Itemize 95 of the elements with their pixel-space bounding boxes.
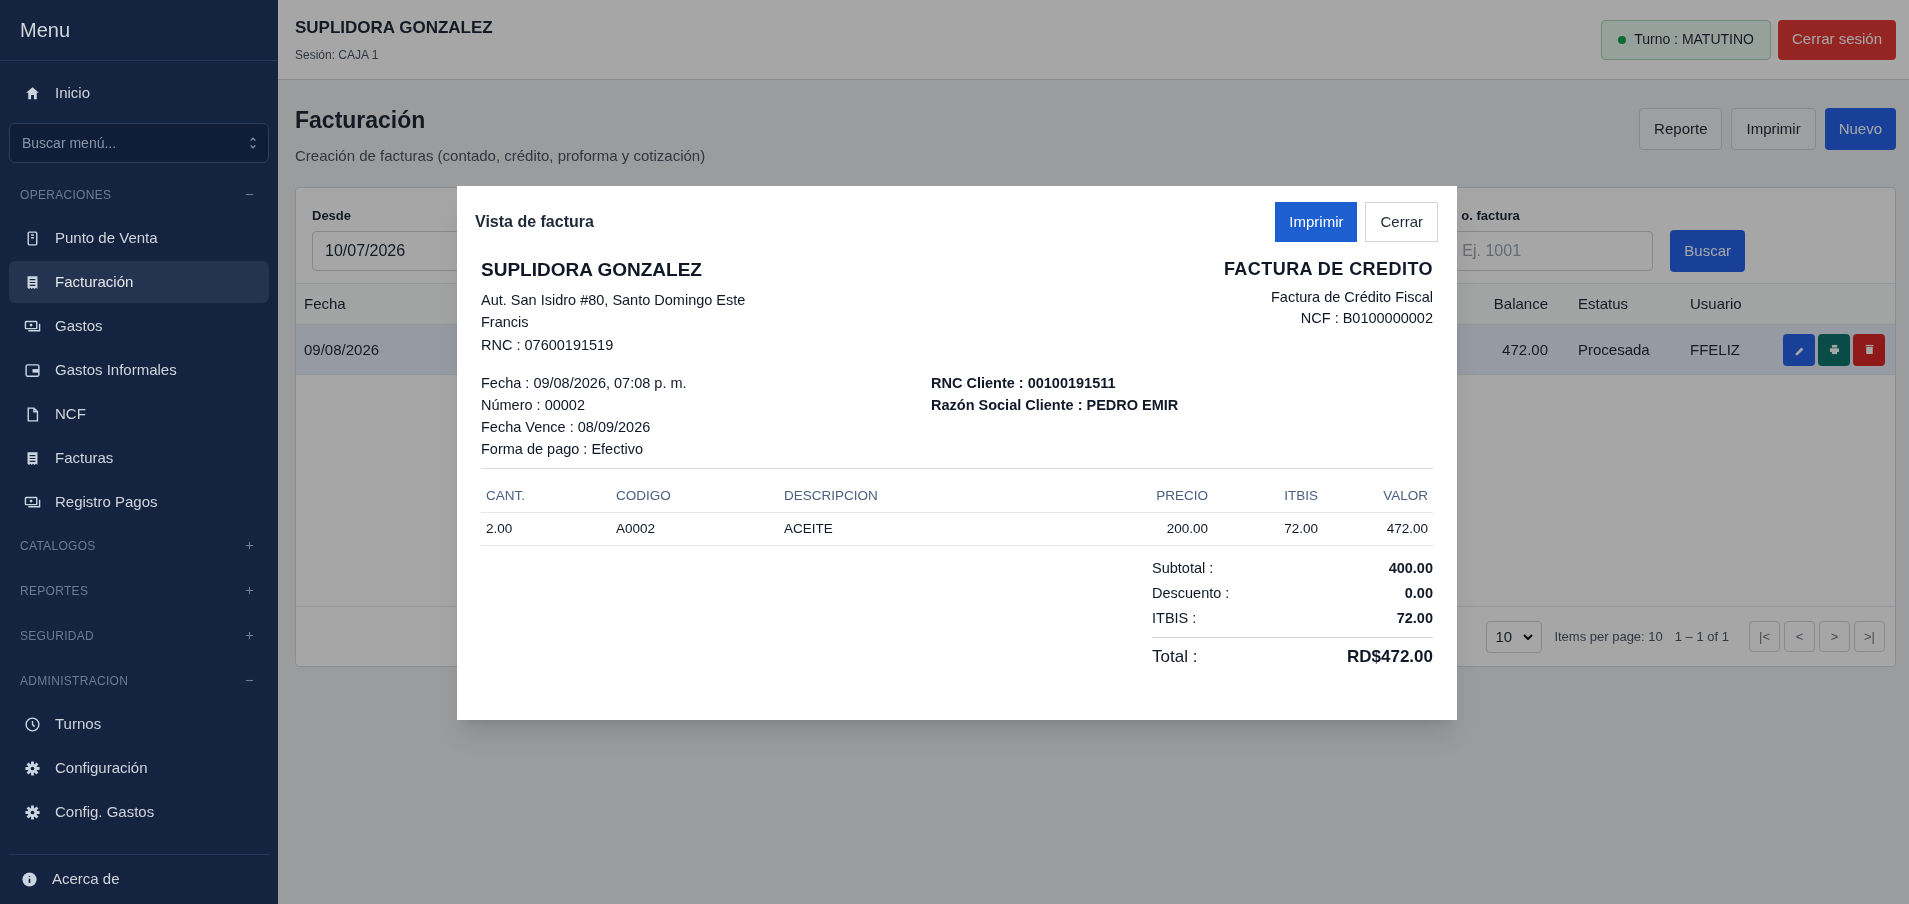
dialog-button[interactable]: Imprimir bbox=[1275, 202, 1358, 242]
dialog-button[interactable]: Cerrar bbox=[1365, 202, 1438, 242]
total-label: ITBIS : bbox=[1152, 608, 1197, 628]
session-label: Sesión: CAJA 1 bbox=[295, 47, 380, 65]
toolbar-button[interactable]: Reporte bbox=[1639, 108, 1723, 150]
table-cell-text: 72.00 bbox=[1283, 519, 1318, 538]
column-header: VALOR bbox=[1382, 487, 1428, 506]
section-heading: OPERACIONES bbox=[20, 186, 112, 204]
page-size-select[interactable]: 10 bbox=[1486, 620, 1543, 653]
info-icon bbox=[21, 871, 38, 888]
shift-label: Turno : MATUTINO bbox=[1634, 30, 1754, 49]
nav-item[interactable]: Gastos bbox=[9, 305, 269, 347]
caret-icon bbox=[1523, 633, 1534, 640]
document-detail: Factura de Crédito Fiscal bbox=[1271, 288, 1433, 307]
total-value: 400.00 bbox=[1388, 558, 1433, 578]
print-button[interactable] bbox=[1818, 333, 1850, 366]
total-value: 0.00 bbox=[1404, 583, 1433, 603]
column-header: Balance bbox=[1492, 294, 1548, 314]
nav-item[interactable]: Config. Gastos bbox=[9, 791, 269, 833]
search-button[interactable]: Buscar bbox=[1670, 230, 1745, 273]
grand-total-label: Total : bbox=[1152, 646, 1198, 668]
column-header: ITBIS bbox=[1283, 487, 1318, 506]
document-detail: NCF : B0100000002 bbox=[1300, 309, 1433, 328]
table-cell-text: ACEITE bbox=[784, 519, 834, 538]
table-cell-text: 472.00 bbox=[1385, 519, 1428, 538]
section-heading: CATALOGOS bbox=[20, 537, 96, 555]
chevron-icon bbox=[249, 137, 257, 149]
client-detail: RNC Cliente : 00100191511 bbox=[931, 374, 1117, 393]
column-header: Usuario bbox=[1689, 294, 1743, 314]
home-icon bbox=[24, 84, 41, 102]
table-cell-text: 200.00 bbox=[1165, 519, 1208, 538]
column-header: Fecha bbox=[304, 294, 346, 314]
expand-icon[interactable] bbox=[245, 541, 254, 550]
company-detail: Francis bbox=[481, 313, 530, 332]
grand-total-value: RD$472.00 bbox=[1347, 646, 1433, 668]
column-header: Estatus bbox=[1577, 294, 1630, 314]
section-heading: ADMINISTRACION bbox=[20, 672, 129, 690]
field-label: o. factura bbox=[1461, 206, 1520, 225]
invoice-detail: Número : 00002 bbox=[481, 396, 586, 415]
nav-item[interactable]: Inicio bbox=[9, 72, 269, 114]
nav-item[interactable]: Registro Pagos bbox=[9, 481, 269, 523]
total-label: Subtotal : bbox=[1152, 558, 1214, 578]
section-heading: SEGURIDAD bbox=[20, 627, 95, 645]
table-cell-text: 2.00 bbox=[486, 519, 514, 538]
expand-icon[interactable] bbox=[245, 631, 254, 640]
printer-icon bbox=[1827, 343, 1841, 357]
nav-item[interactable]: NCF bbox=[9, 393, 269, 435]
company-name: SUPLIDORA GONZALEZ bbox=[295, 16, 493, 39]
settings-icon bbox=[24, 759, 41, 777]
document-title: FACTURA DE CREDITO bbox=[1223, 258, 1433, 281]
page-subtitle: Creación de facturas (contado, crédito, proforma y cotización) bbox=[295, 145, 706, 166]
nav-item[interactable]: Turnos bbox=[9, 703, 269, 745]
table-cell-text: FFELIZ bbox=[1689, 339, 1741, 360]
nav-item[interactable]: Acerca de bbox=[9, 868, 132, 891]
invoice-detail: Fecha Vence : 08/09/2026 bbox=[481, 418, 652, 437]
table-cell-text: Procesada bbox=[1577, 339, 1651, 360]
page-range: 1 – 1 of 1 bbox=[1674, 628, 1729, 646]
menu-search-field[interactable]: Buscar menú... bbox=[9, 123, 269, 163]
pager-button[interactable]: |< bbox=[1749, 621, 1780, 653]
clock-icon bbox=[24, 715, 41, 733]
field-label: Desde bbox=[312, 206, 352, 225]
expand-icon[interactable] bbox=[245, 586, 254, 595]
column-header: CODIGO bbox=[616, 487, 672, 506]
total-value: 72.00 bbox=[1396, 608, 1433, 628]
table-cell-text: A0002 bbox=[616, 519, 657, 538]
total-label: Descuento : bbox=[1152, 583, 1230, 603]
client-detail: Razón Social Cliente : PEDRO EMIR bbox=[931, 396, 1180, 415]
nav-item[interactable]: Configuración bbox=[9, 747, 269, 789]
table-cell-text: 472.00 bbox=[1501, 339, 1548, 360]
nav-item[interactable]: Facturas bbox=[9, 437, 269, 479]
company-detail: RNC : 07600191519 bbox=[481, 335, 615, 355]
nav-item[interactable]: Facturación bbox=[9, 261, 269, 303]
pager-button[interactable]: >| bbox=[1854, 621, 1885, 653]
pager-button[interactable]: > bbox=[1819, 621, 1850, 653]
nav-item[interactable]: Punto de Venta bbox=[9, 217, 269, 259]
invoice-detail: Forma de pago : Efectivo bbox=[481, 440, 644, 459]
company-detail: Aut. San Isidro #80, Santo Domingo Este bbox=[481, 290, 746, 310]
column-header: CANT. bbox=[486, 487, 526, 506]
delete-button[interactable] bbox=[1853, 333, 1885, 366]
edit-button[interactable] bbox=[1783, 333, 1815, 366]
pager-button[interactable]: < bbox=[1784, 621, 1815, 653]
column-header: DESCRIPCION bbox=[784, 487, 879, 506]
section-heading: REPORTES bbox=[20, 582, 89, 600]
nav-item[interactable]: Gastos Informales bbox=[9, 349, 269, 391]
invoice-detail: Fecha : 09/08/2026, 07:08 p. m. bbox=[481, 374, 688, 393]
column-header: PRECIO bbox=[1155, 487, 1208, 506]
sidebar-title: Menu bbox=[20, 18, 71, 43]
settings-icon bbox=[24, 803, 41, 821]
toolbar-button[interactable]: Nuevo bbox=[1824, 108, 1896, 150]
page-size-label: Items per page: 10 bbox=[1554, 628, 1663, 646]
page-title: Facturación bbox=[295, 106, 427, 135]
wallet-icon bbox=[24, 361, 41, 379]
table-cell-text: 09/08/2026 bbox=[304, 339, 380, 360]
dialog-title: Vista de factura bbox=[475, 212, 594, 232]
toolbar-button[interactable]: Imprimir bbox=[1731, 108, 1816, 150]
